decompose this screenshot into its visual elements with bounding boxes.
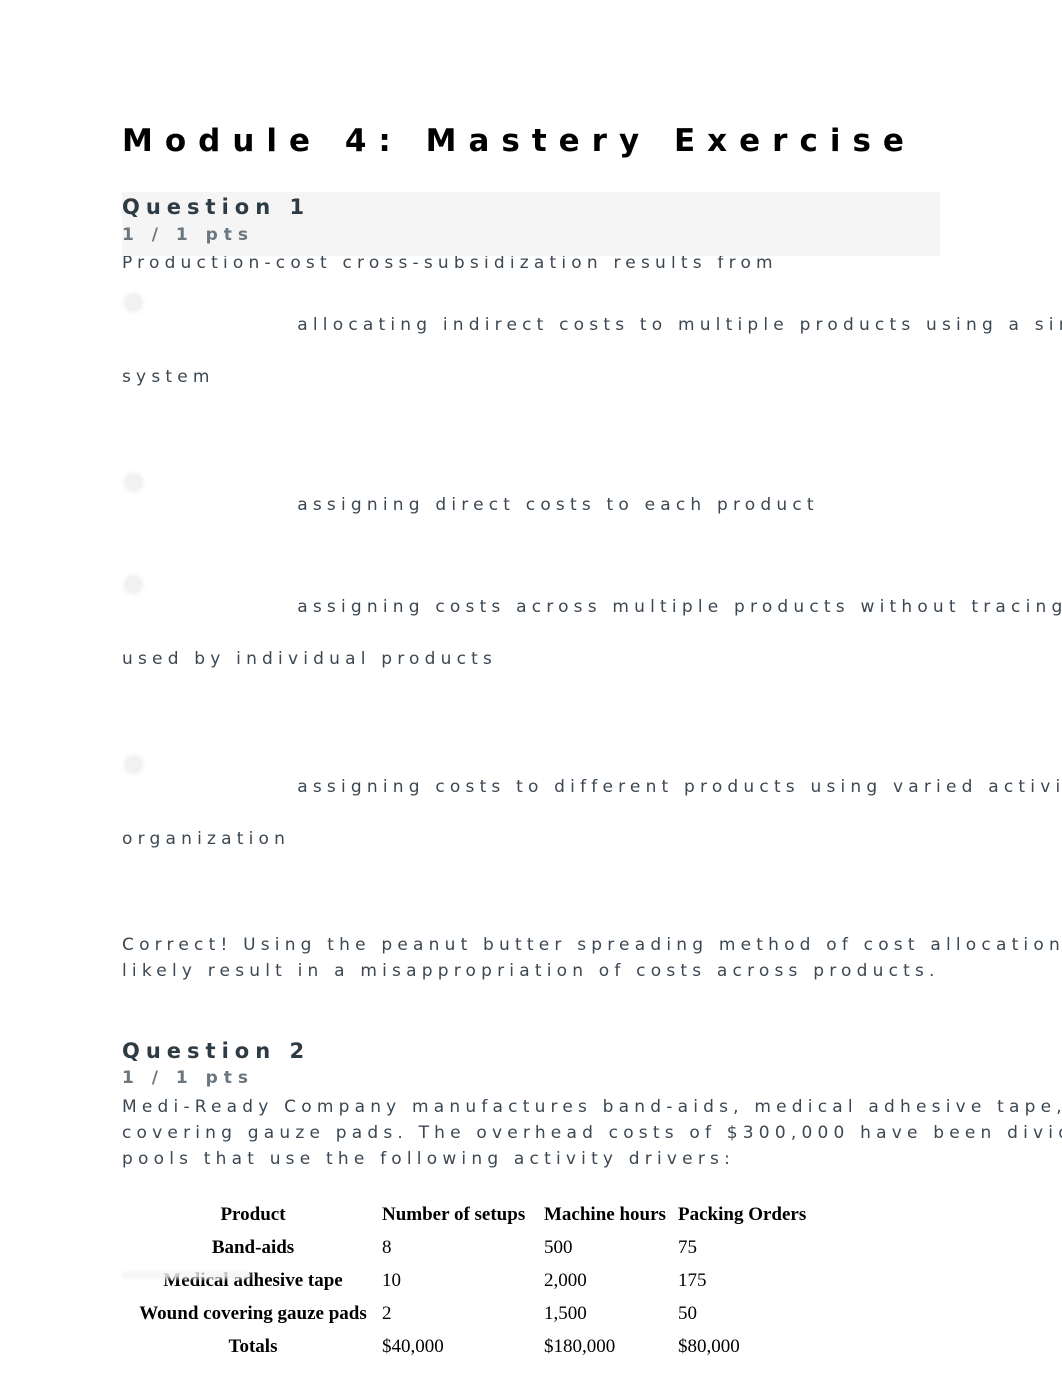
table-row: Medical adhesive tape 10 2,000 175 — [124, 1264, 828, 1297]
radio-button-icon[interactable] — [125, 756, 142, 774]
answer-option-line-1: allocating indirect costs to multiple pr… — [297, 315, 1062, 336]
column-header-setups: Number of setups — [382, 1203, 526, 1225]
column-header-packing-orders: Packing Orders — [678, 1203, 807, 1225]
table-row: Wound covering gauze pads 2 1,500 50 — [124, 1297, 828, 1330]
cell-product: Wound covering gauze pads — [139, 1302, 367, 1324]
column-header-product: Product — [220, 1203, 286, 1225]
cell-setups: 2 — [382, 1302, 392, 1324]
question-2-points: 1 / 1 pts — [122, 1068, 255, 1089]
table-body: Band-aids 8 500 75 Medical adhesive tape… — [124, 1231, 828, 1363]
answer-option[interactable]: allocating indirect costs to multiple pr… — [122, 286, 1062, 442]
question-block-2: Question 2 1 / 1 pts Medi-Ready Company … — [122, 1036, 1062, 1377]
activity-drivers-table: Product Number of setups Machine hours P… — [124, 1198, 828, 1363]
table-head: Product Number of setups Machine hours P… — [124, 1198, 828, 1231]
question-1-points: 1 / 1 pts — [122, 224, 255, 245]
question-1-answer-list: allocating indirect costs to multiple pr… — [122, 286, 1062, 904]
question-1-heading: Question 1 — [122, 195, 311, 220]
cell-totals-machine-hours: $180,000 — [544, 1335, 616, 1357]
page-title: Module 4: Mastery Exercise — [122, 123, 916, 159]
question-2-prompt-line-3: pools that use the following activity dr… — [122, 1148, 735, 1169]
cell-machine-hours: 500 — [544, 1236, 573, 1258]
radio-button-icon[interactable] — [125, 474, 142, 492]
question-1-feedback: Correct! Using the peanut butter spreadi… — [122, 932, 1062, 984]
table-row: Band-aids 8 500 75 — [124, 1231, 828, 1264]
question-2-prompt-line-1: Medi-Ready Company manufactures band-aid… — [122, 1096, 1062, 1117]
answer-option-line-1: assigning costs across multiple products… — [297, 597, 1062, 618]
cell-machine-hours: 1,500 — [544, 1302, 587, 1324]
answer-option-label: allocating indirect costs to multiple pr… — [122, 286, 1062, 442]
answer-option-label: assigning direct costs to each product — [122, 466, 1062, 544]
answer-option-line-2: organization — [122, 829, 291, 850]
answer-option-line-2: used by individual products — [122, 649, 498, 670]
table-row-totals: Totals $40,000 $180,000 $80,000 — [124, 1330, 828, 1363]
cell-totals-setups: $40,000 — [382, 1335, 444, 1357]
cell-setups: 8 — [382, 1236, 392, 1258]
question-block-1: Question 1 1 / 1 pts Production-cost cro… — [122, 192, 1062, 984]
answer-option-label: assigning costs to different products us… — [122, 748, 1062, 904]
cell-packing-orders: 175 — [678, 1269, 707, 1291]
column-header-machine-hours: Machine hours — [544, 1203, 666, 1225]
table-header-row: Product Number of setups Machine hours P… — [124, 1198, 828, 1231]
cell-product: Band-aids — [211, 1236, 295, 1258]
footer-artifact — [122, 1272, 250, 1278]
answer-option-line-2: system — [122, 367, 215, 388]
answer-option[interactable]: assigning direct costs to each product — [122, 466, 1062, 544]
cell-product: Medical adhesive tape — [163, 1269, 343, 1291]
feedback-line-2: likely result in a misappropriation of c… — [122, 961, 940, 982]
answer-option-line-1: assigning costs to different products us… — [297, 777, 1062, 798]
answer-option-line-1: assigning direct costs to each product — [297, 495, 819, 516]
document-page: Module 4: Mastery Exercise Question 1 1 … — [0, 0, 1062, 1377]
cell-machine-hours: 2,000 — [544, 1269, 587, 1291]
cell-packing-orders: 50 — [678, 1302, 697, 1324]
radio-button-icon[interactable] — [125, 294, 142, 312]
cell-setups: 10 — [382, 1269, 401, 1291]
document-content: Module 4: Mastery Exercise Question 1 1 … — [122, 0, 1062, 1377]
question-2-prompt-line-2: covering gauze pads. The overhead costs … — [122, 1122, 1062, 1143]
feedback-line-1: Correct! Using the peanut butter spreadi… — [122, 935, 1062, 956]
answer-option[interactable]: assigning costs across multiple products… — [122, 568, 1062, 724]
cell-totals-label: Totals — [228, 1335, 278, 1357]
cell-totals-packing-orders: $80,000 — [678, 1335, 740, 1357]
answer-option[interactable]: assigning costs to different products us… — [122, 748, 1062, 904]
cell-packing-orders: 75 — [678, 1236, 697, 1258]
question-2-heading: Question 2 — [122, 1039, 311, 1064]
answer-option-label: assigning costs across multiple products… — [122, 568, 1062, 724]
radio-button-icon[interactable] — [125, 576, 142, 594]
